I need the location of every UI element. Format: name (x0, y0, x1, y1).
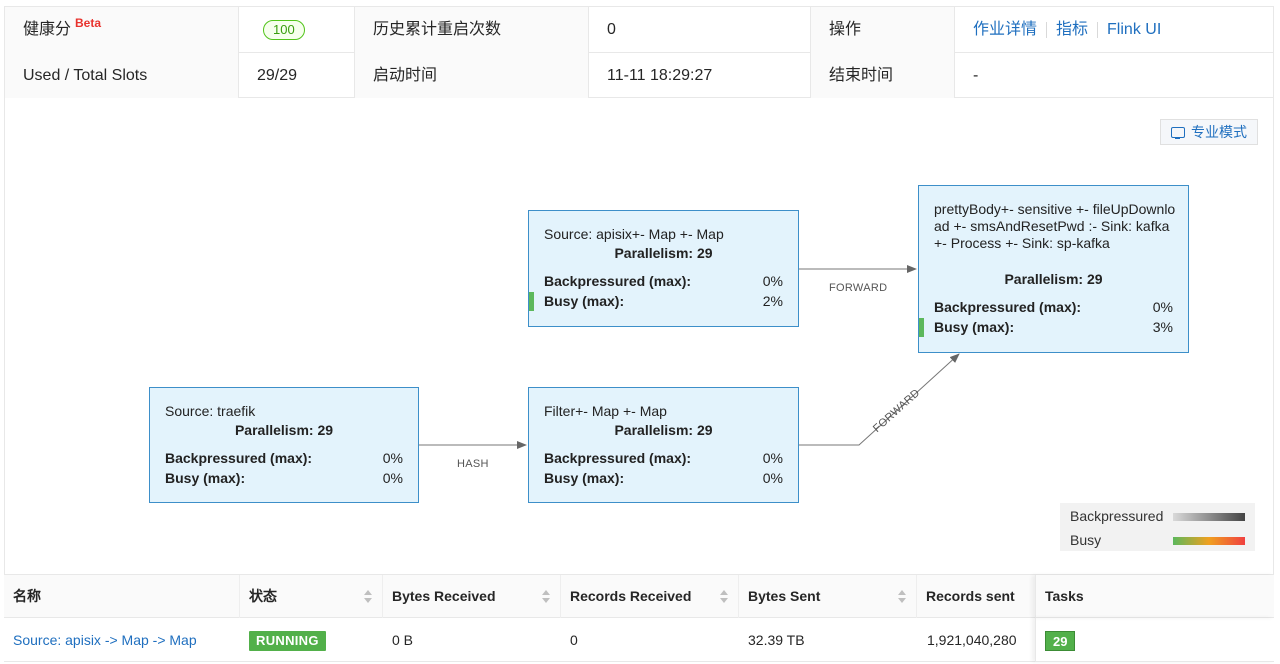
column-header-status[interactable]: 状态 (240, 575, 383, 618)
graph-legend: Backpressured Busy (1060, 503, 1255, 551)
sort-icon[interactable] (898, 590, 906, 603)
node-busy: Busy (max): 0% (165, 470, 403, 486)
node-parallelism: Parallelism: 29 (1004, 271, 1103, 287)
legend-backpressured-label: Backpressured (1070, 508, 1164, 524)
health-score-label: 健康分 Beta (5, 7, 239, 53)
legend-busy-label: Busy (1070, 532, 1102, 548)
node-backpressured: Backpressured (max): 0% (165, 450, 403, 466)
node-parallelism: Parallelism: 29 (614, 422, 713, 438)
node-busy: Busy (max): 3% (934, 319, 1173, 335)
node-name: Source: traefik (165, 403, 256, 419)
link-divider (1046, 21, 1048, 38)
vertex-table: 名称 状态 Bytes Received Records Received By… (4, 574, 1274, 664)
column-header-tasks[interactable]: Tasks (1035, 575, 1274, 618)
sort-icon[interactable] (542, 590, 550, 603)
slots-value: 29/29 (239, 53, 355, 99)
end-time-value: - (973, 67, 979, 84)
operations-label: 操作 (811, 7, 955, 53)
edge-label-forward: FORWARD (829, 282, 888, 294)
restart-count-value: 0 (589, 7, 811, 53)
node-backpressured: Backpressured (max): 0% (934, 299, 1173, 315)
vertex-name-link[interactable]: Source: apisix -> Map -> Map (4, 618, 240, 662)
metrics-link[interactable]: 指标 (1056, 21, 1088, 38)
restart-count-label: 历史累计重启次数 (355, 7, 589, 53)
records-received-cell: 0 (570, 632, 578, 648)
column-header-name[interactable]: 名称 (4, 575, 240, 618)
graph-node-filter-map[interactable]: Filter+- Map +- Map Parallelism: 29 Back… (528, 387, 799, 503)
tasks-cell: 29 (1035, 618, 1274, 662)
node-backpressured: Backpressured (max): 0% (544, 450, 783, 466)
graph-node-sink-kafka[interactable]: prettyBody+- sensitive +- fileUpDownload… (918, 185, 1189, 353)
beta-badge: Beta (75, 16, 102, 30)
job-graph: 专业模式 HASH FORWARD FORWARD Source: traefi… (4, 98, 1274, 574)
tasks-badge: 29 (1045, 631, 1076, 652)
legend-busy-gradient (1173, 537, 1245, 545)
end-time-label: 结束时间 (811, 53, 955, 99)
health-score-badge: 100 (263, 19, 305, 40)
graph-node-source-traefik[interactable]: Source: traefik Parallelism: 29 Backpres… (149, 387, 419, 503)
node-parallelism: Parallelism: 29 (614, 245, 713, 261)
operations-links: 作业详情 指标 Flink UI (955, 7, 1273, 53)
start-time-label: 启动时间 (355, 53, 589, 99)
slots-label: Used / Total Slots (5, 53, 239, 99)
column-header-bytes-received[interactable]: Bytes Received (383, 575, 561, 618)
flink-ui-link[interactable]: Flink UI (1107, 21, 1161, 38)
status-badge: RUNNING (249, 631, 326, 652)
node-parallelism: Parallelism: 29 (234, 422, 334, 438)
node-name: prettyBody+- sensitive +- fileUpDownload… (934, 201, 1176, 251)
sort-icon[interactable] (720, 590, 728, 603)
table-row[interactable]: Source: apisix -> Map -> Map RUNNING 0 B… (4, 618, 1274, 662)
column-header-records-sent[interactable]: Records sent (917, 575, 1035, 618)
info-row-2: Used / Total Slots 29/29 启动时间 11-11 18:2… (5, 53, 1273, 99)
health-score-cell: 100 (239, 7, 355, 53)
records-sent-cell: 1,921,040,280 (927, 632, 1017, 648)
column-header-bytes-sent[interactable]: Bytes Sent (739, 575, 917, 618)
bytes-received-cell: 0 B (392, 632, 414, 648)
node-backpressured: Backpressured (max): 0% (544, 273, 783, 289)
start-time-value: 11-11 18:29:27 (589, 53, 811, 99)
table-header: 名称 状态 Bytes Received Records Received By… (4, 575, 1274, 618)
node-name: Source: apisix+- Map +- Map (544, 226, 724, 242)
link-divider (1097, 21, 1099, 38)
busy-indicator-bar (919, 318, 924, 337)
status-cell: RUNNING (240, 618, 383, 662)
info-row-1: 健康分 Beta 100 历史累计重启次数 0 操作 作业详情 指标 Flink UI (5, 7, 1273, 53)
legend-backpressured-gradient (1173, 513, 1245, 521)
bytes-sent-cell: 32.39 TB (748, 632, 805, 648)
job-info-table: 健康分 Beta 100 历史累计重启次数 0 操作 作业详情 指标 Flink UI… (4, 6, 1274, 99)
sort-icon[interactable] (364, 590, 372, 603)
column-header-records-received[interactable]: Records Received (561, 575, 739, 618)
graph-node-source-apisix[interactable]: Source: apisix+- Map +- Map Parallelism:… (528, 210, 799, 327)
node-busy: Busy (max): 0% (544, 470, 783, 486)
edge-label-hash: HASH (457, 458, 489, 470)
node-name: Filter+- Map +- Map (544, 403, 667, 419)
job-detail-link[interactable]: 作业详情 (973, 21, 1037, 38)
node-busy: Busy (max): 2% (544, 293, 783, 309)
busy-indicator-bar (529, 292, 534, 311)
